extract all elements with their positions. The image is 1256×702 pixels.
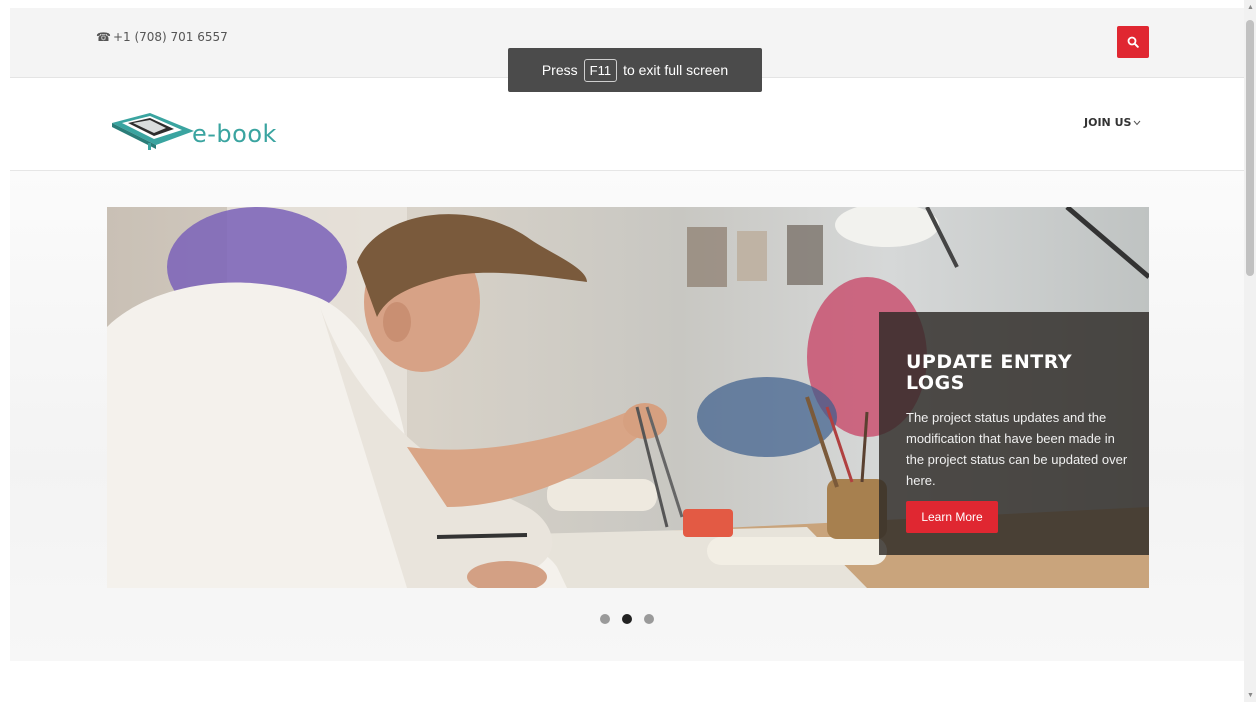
page-scrollbar[interactable]: ▲ ▼	[1244, 0, 1256, 702]
chevron-down-icon	[1134, 120, 1141, 125]
scroll-up-arrow-icon[interactable]: ▲	[1247, 4, 1254, 11]
slide-caption: UPDATE ENTRY LOGS The project status upd…	[879, 312, 1149, 555]
phone-number: +1 (708) 701 6557	[112, 30, 228, 44]
slider-dot[interactable]	[600, 614, 610, 624]
nav-join-us-label: JOIN US	[1084, 116, 1132, 129]
slide-title: UPDATE ENTRY LOGS	[906, 351, 1073, 394]
scrollbar-thumb[interactable]	[1246, 20, 1254, 276]
search-icon	[1127, 36, 1139, 48]
slider-pagination	[600, 614, 654, 624]
logo-text: e-book	[192, 120, 277, 148]
scroll-down-arrow-icon[interactable]: ▼	[1247, 692, 1254, 699]
fullscreen-notice: Press F11 to exit full screen	[508, 48, 762, 92]
site-logo[interactable]: e-book	[110, 109, 277, 151]
hero-slider: UPDATE ENTRY LOGS The project status upd…	[107, 207, 1149, 588]
fullscreen-notice-suffix: to exit full screen	[623, 62, 729, 78]
nav-join-us[interactable]: JOIN US	[1084, 116, 1141, 129]
phone-icon: ☎	[96, 30, 111, 44]
slider-dot[interactable]	[644, 614, 654, 624]
learn-more-button[interactable]: Learn More	[906, 501, 998, 533]
search-button[interactable]	[1117, 26, 1149, 58]
slide-description: The project status updates and the modif…	[906, 410, 1128, 488]
ebook-logo-icon	[112, 113, 194, 150]
f11-key: F11	[583, 58, 618, 82]
phone-contact[interactable]: ☎ +1 (708) 701 6557	[96, 30, 228, 44]
fullscreen-notice-prefix: Press	[541, 62, 578, 78]
slider-dot-active[interactable]	[622, 614, 632, 624]
